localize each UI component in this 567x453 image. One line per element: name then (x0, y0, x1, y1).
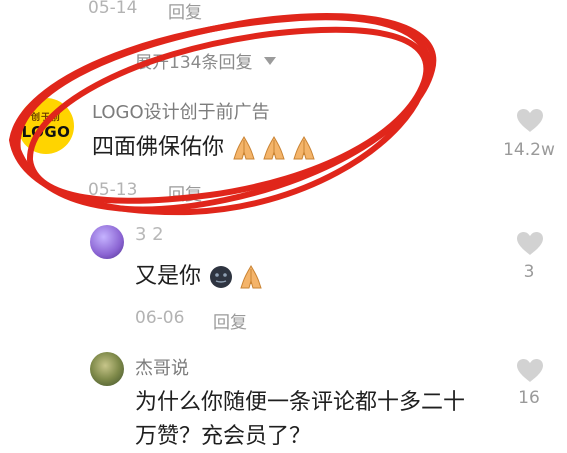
reply-button[interactable]: 回复 (168, 0, 202, 23)
comment-text: 又是你 (135, 262, 264, 292)
comment-text-continued: 万赞？充会员了？ (135, 424, 312, 449)
folded-hands-icon (293, 136, 315, 160)
comment-date: 05-13 (88, 180, 138, 200)
dark-face-icon (210, 266, 233, 288)
comment-author[interactable]: 杰哥说 (135, 354, 189, 380)
like-count: 16 (518, 388, 540, 408)
avatar[interactable] (90, 352, 124, 386)
avatar[interactable] (90, 225, 124, 259)
comment-text: 四面佛保佑你 (92, 133, 317, 163)
comment-body: 又是你 (135, 264, 202, 289)
reply-button[interactable]: 回复 (168, 180, 202, 205)
reply-button[interactable]: 回复 (213, 308, 247, 333)
heart-icon[interactable] (515, 107, 545, 133)
red-circle-annotation (9, 13, 437, 216)
comment-author[interactable]: LOGO设计创于前广告 (92, 98, 270, 124)
folded-hands-icon (240, 265, 262, 289)
folded-hands-icon (233, 136, 255, 160)
emoji-group (231, 135, 317, 161)
comment-date: 06-06 (135, 308, 185, 328)
heart-icon[interactable] (515, 230, 545, 256)
caret-down-icon (264, 56, 277, 65)
comment-date: 05-14 (88, 0, 138, 18)
like-count: 3 (523, 262, 535, 282)
folded-hands-icon (263, 136, 285, 160)
comment-author[interactable]: 3 2 (135, 224, 164, 245)
avatar[interactable]: 创于前 LOGO (18, 98, 74, 154)
like-count: 14.2w (503, 140, 555, 160)
avatar-text-bottom: LOGO (21, 122, 71, 141)
comment-text: 为什么你随便一条评论都十多二十 (135, 390, 466, 415)
emoji-group (208, 264, 264, 290)
heart-icon[interactable] (515, 357, 545, 383)
expand-replies-label: 展开134条回复 (135, 53, 253, 73)
avatar-text-top: 创于前 (30, 112, 61, 123)
expand-replies-button[interactable]: 展开134条回复 (135, 48, 277, 73)
comment-body: 四面佛保佑你 (92, 135, 225, 160)
